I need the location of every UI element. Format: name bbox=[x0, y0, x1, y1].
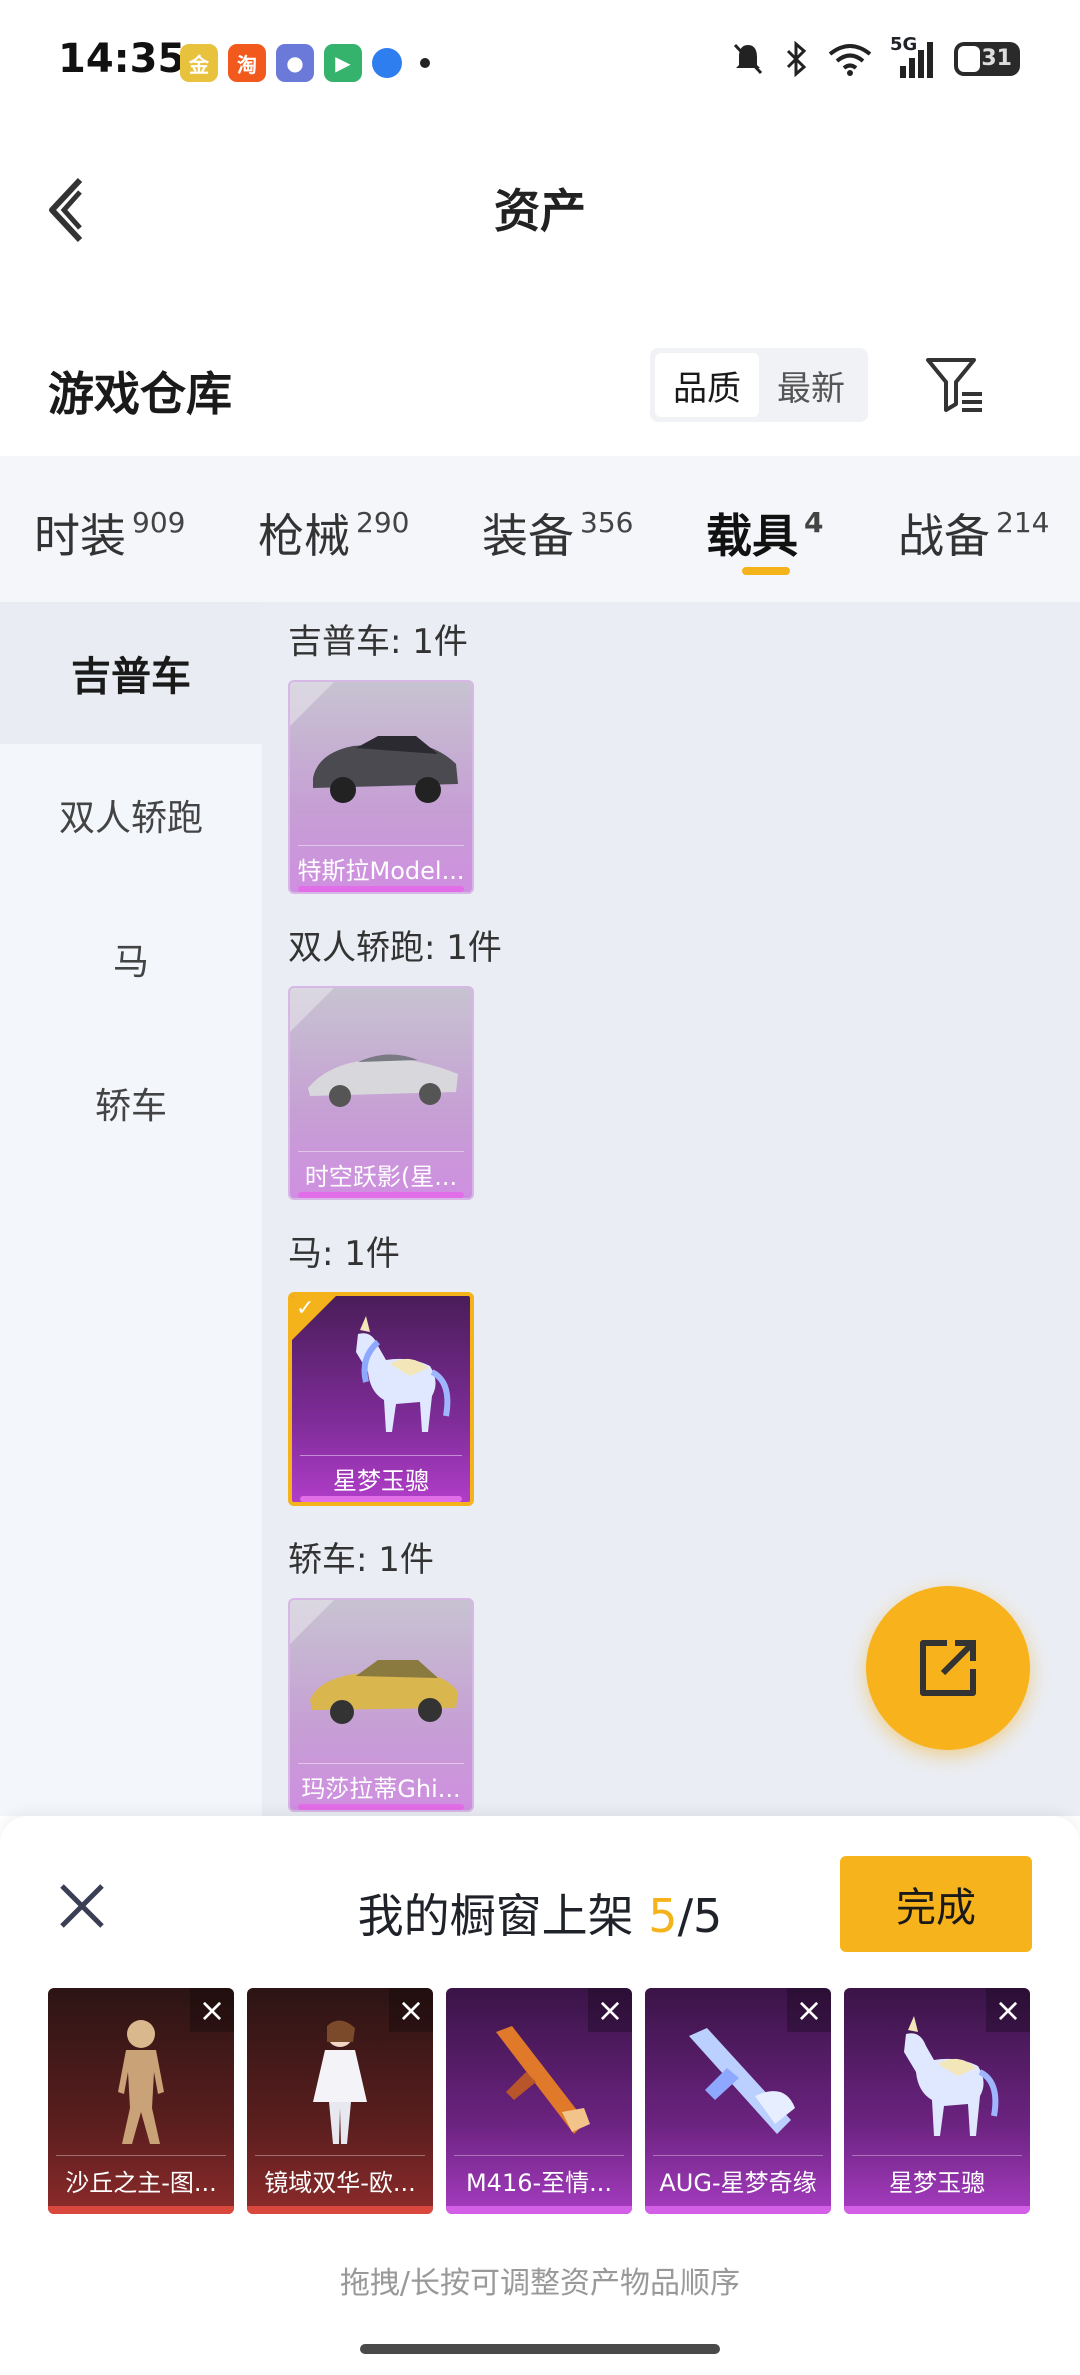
item-name: 玛莎拉蒂Ghi... bbox=[301, 1775, 461, 1803]
remove-slot-icon[interactable]: × bbox=[389, 1988, 433, 2032]
unicorn-icon bbox=[356, 1316, 451, 1432]
item-card-tesla[interactable]: 特斯拉Model... bbox=[288, 680, 474, 894]
tab-count: 909 bbox=[132, 506, 186, 539]
app-notification-icon: 金 bbox=[180, 44, 218, 82]
rifle-icon bbox=[689, 2028, 795, 2134]
notification-icons: 金 淘 ● ▶ bbox=[180, 44, 430, 82]
item-card-coupe[interactable]: 时空跃影(星... bbox=[288, 986, 474, 1200]
tab-label: 装备 bbox=[482, 509, 574, 563]
browser-notification-icon bbox=[372, 48, 402, 78]
app-notification-icon: ● bbox=[276, 44, 314, 82]
showcase-slot[interactable]: × 星梦玉骢 bbox=[844, 1988, 1030, 2214]
category-tabs: 时装 909 枪械 290 装备 356 载具 4 战备 214 bbox=[0, 456, 1080, 602]
section-header-jeep: 吉普车: 1件 bbox=[288, 622, 468, 662]
showcase-total: /5 bbox=[677, 1889, 723, 1943]
slot-name: AUG-星梦奇缘 bbox=[659, 2169, 817, 2197]
section-header-horse: 马: 1件 bbox=[288, 1234, 400, 1274]
suv-car-icon bbox=[313, 736, 458, 803]
item-name: 时空跃影(星... bbox=[304, 1163, 458, 1191]
mute-bell-icon bbox=[733, 43, 763, 75]
battery-level: 31 bbox=[981, 46, 1012, 71]
female-outfit-icon bbox=[313, 2020, 367, 2144]
slot-name: 镜域双华-欧... bbox=[264, 2169, 416, 2197]
home-indicator[interactable] bbox=[360, 2344, 720, 2354]
tab-count: 356 bbox=[580, 506, 634, 539]
sort-option-quality[interactable]: 品质 bbox=[655, 353, 759, 417]
remove-slot-icon[interactable]: × bbox=[986, 1988, 1030, 2032]
tab-label: 枪械 bbox=[258, 509, 350, 563]
bluetooth-icon bbox=[786, 41, 807, 77]
more-notifications-dot bbox=[420, 58, 430, 68]
sidebar-item-sedan[interactable]: 轿车 bbox=[0, 1032, 262, 1174]
cellular-signal-icon: 5G bbox=[890, 34, 936, 78]
share-button[interactable] bbox=[866, 1586, 1030, 1750]
sidebar-item-jeep[interactable]: 吉普车 bbox=[0, 602, 262, 744]
status-time: 14:35 bbox=[58, 36, 186, 82]
showcase-slot[interactable]: × AUG-星梦奇缘 bbox=[645, 1988, 831, 2214]
remove-slot-icon[interactable]: × bbox=[588, 1988, 632, 2032]
wifi-icon bbox=[828, 44, 872, 76]
tab-label: 载具 bbox=[706, 509, 798, 563]
tab-weapons[interactable]: 枪械 290 bbox=[258, 500, 409, 566]
taobao-notification-icon: 淘 bbox=[228, 44, 266, 82]
tab-vehicles[interactable]: 载具 4 bbox=[706, 500, 823, 566]
tab-count: 214 bbox=[996, 506, 1050, 539]
sidebar-item-coupe[interactable]: 双人轿跑 bbox=[0, 744, 262, 886]
unicorn-icon bbox=[904, 2016, 999, 2136]
item-name: 特斯拉Model... bbox=[297, 857, 465, 885]
mummy-outfit-icon bbox=[118, 2020, 164, 2144]
showcase-slot[interactable]: × 沙丘之主-图... bbox=[48, 1988, 234, 2214]
rifle-icon bbox=[496, 2026, 590, 2134]
sports-car-icon bbox=[308, 1054, 458, 1107]
sidebar-item-horse[interactable]: 马 bbox=[0, 888, 262, 1030]
slot-name: M416-至情... bbox=[465, 2169, 613, 2197]
reorder-hint: 拖拽/长按可调整资产物品顺序 bbox=[339, 2266, 741, 2301]
showcase-slot[interactable]: × M416-至情... bbox=[446, 1988, 632, 2214]
page-title: 资产 bbox=[494, 184, 586, 238]
tab-count: 290 bbox=[356, 506, 410, 539]
sort-toggle: 品质 最新 bbox=[650, 348, 868, 422]
warehouse-title: 游戏仓库 bbox=[48, 367, 232, 421]
nav-header: 资产 bbox=[0, 130, 1080, 280]
sedan-car-icon bbox=[310, 1660, 458, 1724]
filter-icon bbox=[926, 358, 982, 412]
slot-name: 沙丘之主-图... bbox=[65, 2169, 217, 2197]
subcategory-sidebar: 吉普车 双人轿跑 马 轿车 bbox=[0, 602, 262, 1816]
done-button[interactable]: 完成 bbox=[840, 1856, 1032, 1952]
warehouse-header: 游戏仓库 品质 最新 bbox=[0, 330, 1080, 450]
tab-fashion[interactable]: 时装 909 bbox=[34, 500, 185, 566]
showcase-slot[interactable]: × 镜域双华-欧... bbox=[247, 1988, 433, 2214]
tab-label: 时装 bbox=[34, 509, 126, 563]
battery-icon: 31 bbox=[954, 42, 1020, 76]
sort-option-newest[interactable]: 最新 bbox=[759, 353, 863, 417]
tab-count: 4 bbox=[804, 506, 824, 539]
share-export-icon bbox=[920, 1640, 976, 1696]
showcase-title-text: 我的橱窗上架 bbox=[357, 1889, 649, 1943]
network-type: 5G bbox=[890, 34, 918, 55]
showcase-panel: 我的橱窗上架 5/5 完成 × 沙丘之主-图... × 镜域双华-欧... × … bbox=[0, 1816, 1080, 2375]
showcase-count: 5 bbox=[648, 1889, 678, 1943]
tab-supplies[interactable]: 战备 214 bbox=[898, 500, 1049, 566]
active-tab-indicator bbox=[742, 567, 790, 575]
item-name: 星梦玉骢 bbox=[333, 1467, 429, 1495]
remove-slot-icon[interactable]: × bbox=[190, 1988, 234, 2032]
tab-label: 战备 bbox=[898, 509, 990, 563]
play-notification-icon: ▶ bbox=[324, 44, 362, 82]
filter-button[interactable] bbox=[922, 352, 988, 418]
remove-slot-icon[interactable]: × bbox=[787, 1988, 831, 2032]
item-card-horse[interactable]: ✓ 星梦玉骢 bbox=[288, 1292, 474, 1506]
slot-name: 星梦玉骢 bbox=[889, 2169, 985, 2197]
section-header-coupe: 双人轿跑: 1件 bbox=[288, 928, 502, 968]
tab-equipment[interactable]: 装备 356 bbox=[482, 500, 633, 566]
status-bar: 14:35 金 淘 ● ▶ 5G 31 bbox=[0, 0, 1080, 130]
item-card-maserati[interactable]: 玛莎拉蒂Ghi... bbox=[288, 1598, 474, 1812]
section-header-sedan: 轿车: 1件 bbox=[288, 1540, 434, 1580]
